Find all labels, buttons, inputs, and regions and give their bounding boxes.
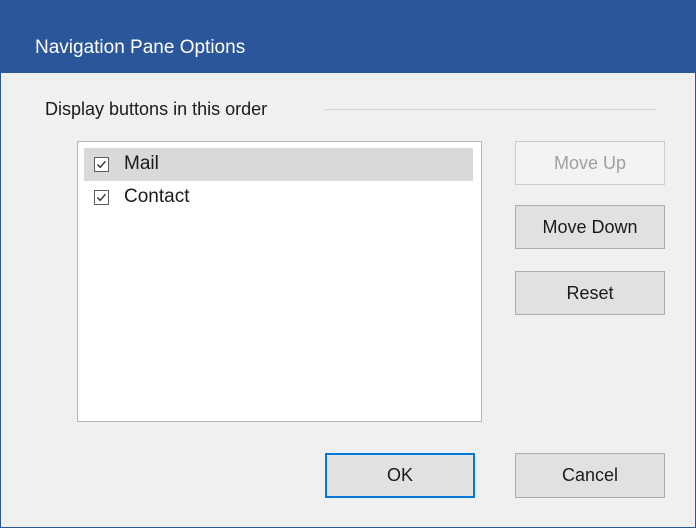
cancel-button[interactable]: Cancel — [515, 453, 665, 498]
group-separator-line — [325, 109, 657, 110]
move-down-button[interactable]: Move Down — [515, 205, 665, 249]
dialog-title: Navigation Pane Options — [35, 37, 246, 58]
buttons-order-listbox[interactable]: Mail Contact — [77, 141, 482, 422]
list-item-label: Mail — [124, 153, 159, 174]
move-up-button[interactable]: Move Up — [515, 141, 665, 185]
list-item-label: Contact — [124, 186, 190, 207]
list-item-contact[interactable]: Contact — [84, 181, 473, 214]
check-icon — [96, 193, 107, 202]
title-bar[interactable]: Navigation Pane Options — [1, 0, 695, 73]
navigation-pane-options-dialog: Navigation Pane Options Display buttons … — [0, 0, 696, 528]
mail-checkbox[interactable] — [94, 157, 109, 172]
list-item-mail[interactable]: Mail — [84, 148, 473, 181]
reset-button[interactable]: Reset — [515, 271, 665, 315]
ok-button[interactable]: OK — [325, 453, 475, 498]
contact-checkbox[interactable] — [94, 190, 109, 205]
display-order-group-label: Display buttons in this order — [45, 99, 268, 119]
check-icon — [96, 160, 107, 169]
